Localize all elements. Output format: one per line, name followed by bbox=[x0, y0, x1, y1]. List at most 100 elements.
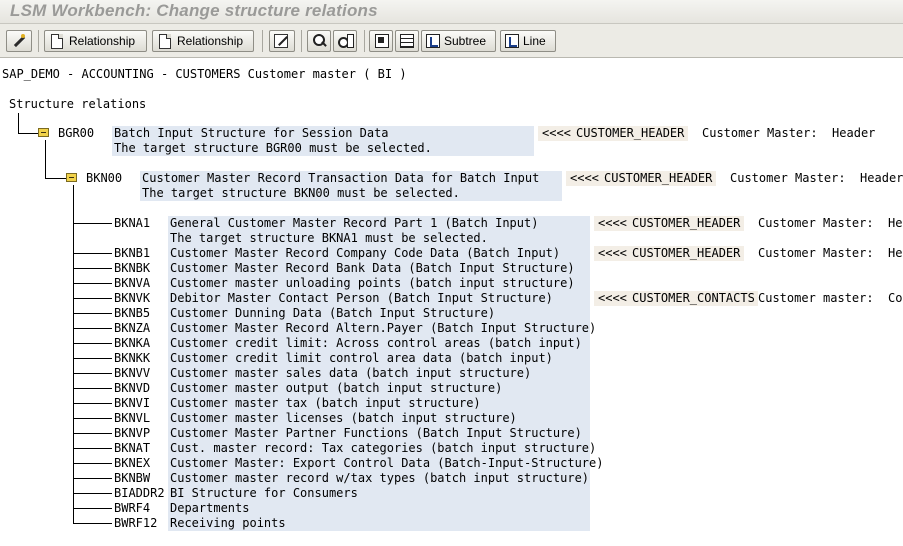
tree-row-name[interactable]: BKNBK bbox=[114, 261, 150, 276]
tree-row-name[interactable]: BIADDR2 bbox=[114, 486, 165, 501]
tree-row-desc[interactable]: Customer Dunning Data (Batch Input Struc… bbox=[170, 306, 495, 321]
tree-row-name[interactable]: BKNVI bbox=[114, 396, 150, 411]
tree-row-name[interactable]: BKNZA bbox=[114, 321, 150, 336]
node-bgr00-source-desc: Customer Master: Header bbox=[702, 126, 876, 140]
tree-row-name[interactable]: BKNAT bbox=[114, 441, 150, 456]
tree-row-desc[interactable]: Departments bbox=[170, 501, 249, 516]
tree-row-name[interactable]: BKNVK bbox=[114, 291, 150, 306]
tree-line bbox=[73, 253, 112, 254]
display-change-button[interactable] bbox=[6, 30, 32, 52]
find-next-button[interactable] bbox=[333, 30, 357, 52]
tree-row-desc[interactable]: Customer credit limit control area data … bbox=[170, 351, 553, 366]
node-bkn00-message: The target structure BKN00 must be selec… bbox=[142, 186, 460, 200]
tree-line bbox=[73, 403, 112, 404]
tree-row-message: The target structure BKNA1 must be selec… bbox=[170, 231, 488, 245]
node-bgr00-message: The target structure BGR00 must be selec… bbox=[114, 141, 432, 155]
tree-row-name[interactable]: BKNVD bbox=[114, 381, 150, 396]
tree-row-desc[interactable]: Customer master record w/tax types (batc… bbox=[170, 471, 589, 486]
tree-row-source[interactable]: CUSTOMER_HEADER bbox=[632, 246, 740, 261]
tree-row-source-desc: Customer Master: Hea bbox=[758, 216, 903, 230]
subtree-button[interactable]: Subtree bbox=[421, 30, 496, 52]
node-bkn00-source-desc: Customer Master: Header bbox=[730, 171, 903, 185]
folder-node-icon[interactable] bbox=[66, 173, 77, 182]
subtree-label: Subtree bbox=[444, 34, 487, 48]
tree-row-desc[interactable]: BI Structure for Consumers bbox=[170, 486, 358, 501]
toolbar-separator bbox=[262, 30, 263, 52]
select-button[interactable] bbox=[369, 30, 393, 52]
tree-line bbox=[73, 448, 112, 449]
node-bgr00-arrow: <<<< bbox=[542, 126, 571, 140]
application-toolbar: Relationship Relationship Subtree Line bbox=[0, 24, 903, 58]
tree-row-desc[interactable]: Customer Master Partner Functions (Batch… bbox=[170, 426, 582, 441]
line-button[interactable]: Line bbox=[500, 30, 556, 52]
line-label: Line bbox=[523, 34, 546, 48]
tree-line bbox=[73, 508, 112, 509]
toolbar-separator bbox=[38, 30, 39, 52]
tree-row-desc[interactable]: Customer master unloading points (batch … bbox=[170, 276, 575, 291]
tree-line bbox=[73, 433, 112, 434]
tree-line bbox=[73, 268, 112, 269]
edit-icon bbox=[274, 34, 288, 48]
tree-row-desc[interactable]: General Customer Master Record Part 1 (B… bbox=[170, 216, 538, 231]
tree-line bbox=[73, 283, 112, 284]
tree-row-source[interactable]: CUSTOMER_HEADER bbox=[632, 216, 740, 231]
tree-row-desc[interactable]: Customer master sales data (batch input … bbox=[170, 366, 531, 381]
find-button[interactable] bbox=[307, 30, 331, 52]
tree-line bbox=[73, 373, 112, 374]
window-title: LSM Workbench: Change structure relation… bbox=[10, 1, 378, 20]
tree-row-name[interactable]: BKNVP bbox=[114, 426, 150, 441]
tree-line bbox=[73, 298, 112, 299]
tree-row-desc[interactable]: Customer Master Record Company Code Data… bbox=[170, 246, 560, 261]
node-bgr00-name[interactable]: BGR00 bbox=[58, 126, 94, 141]
tree-line bbox=[73, 388, 112, 389]
tree-row-name[interactable]: BKNKK bbox=[114, 351, 150, 366]
tree-row-desc[interactable]: Cust. master record: Tax categories (bat… bbox=[170, 441, 596, 456]
tree-row-source[interactable]: CUSTOMER_CONTACTS bbox=[632, 291, 755, 306]
tree-row-name[interactable]: BKNA1 bbox=[114, 216, 150, 231]
tree-row-desc[interactable]: Customer credit limit: Across control ar… bbox=[170, 336, 582, 351]
tree-row-desc[interactable]: Customer master tax (batch input structu… bbox=[170, 396, 481, 411]
layout-icon bbox=[400, 34, 414, 48]
tree-line bbox=[73, 358, 112, 359]
tree-row-desc[interactable]: Customer Master Record Bank Data (Batch … bbox=[170, 261, 575, 276]
tree-line bbox=[73, 478, 112, 479]
tree-row-desc[interactable]: Receiving points bbox=[170, 516, 286, 531]
tree-row-name[interactable]: BKNB1 bbox=[114, 246, 150, 261]
tree-row-name[interactable]: BKNBW bbox=[114, 471, 150, 486]
create-relationship-button[interactable]: Relationship bbox=[44, 30, 147, 52]
layout-button[interactable] bbox=[395, 30, 419, 52]
tree-line bbox=[73, 418, 112, 419]
display-change-icon bbox=[11, 33, 27, 49]
tree-row-name[interactable]: BKNVL bbox=[114, 411, 150, 426]
tree-row-desc[interactable]: Customer Master Record Altern.Payer (Bat… bbox=[170, 321, 596, 336]
tree-line bbox=[18, 133, 38, 134]
node-bgr00-source[interactable]: CUSTOMER_HEADER bbox=[576, 126, 684, 141]
tree-row-name[interactable]: BKNEX bbox=[114, 456, 150, 471]
create-relationship-label: Relationship bbox=[69, 34, 136, 48]
tree-line bbox=[73, 493, 112, 494]
node-bkn00-name[interactable]: BKN00 bbox=[86, 171, 122, 186]
tree-row-name[interactable]: BWRF4 bbox=[114, 501, 150, 516]
tree-row-name[interactable]: BKNKA bbox=[114, 336, 150, 351]
edit-button[interactable] bbox=[269, 30, 295, 52]
tree-row-desc[interactable]: Debitor Master Contact Person (Batch Inp… bbox=[170, 291, 553, 306]
folder-node-icon[interactable] bbox=[38, 128, 49, 137]
tree-row-name[interactable]: BKNVA bbox=[114, 276, 150, 291]
tree-row-desc[interactable]: Customer master licenses (batch input st… bbox=[170, 411, 517, 426]
node-bkn00-desc: Customer Master Record Transaction Data … bbox=[142, 171, 540, 185]
tree-row-arrow: <<<< bbox=[598, 216, 627, 230]
tree-row-name[interactable]: BKNVV bbox=[114, 366, 150, 381]
tree-line bbox=[73, 185, 74, 524]
tree-line bbox=[18, 113, 19, 134]
title-bar: LSM Workbench: Change structure relation… bbox=[0, 0, 903, 24]
tree-row-desc[interactable]: Customer master output (batch input stru… bbox=[170, 381, 502, 396]
tree-line bbox=[73, 223, 112, 224]
tree-line bbox=[73, 313, 112, 314]
tree-line bbox=[73, 463, 112, 464]
tree-row-name[interactable]: BWRF12 bbox=[114, 516, 157, 531]
node-bkn00-source[interactable]: CUSTOMER_HEADER bbox=[604, 171, 712, 186]
subtree-icon bbox=[426, 34, 440, 48]
tree-row-name[interactable]: BKNB5 bbox=[114, 306, 150, 321]
delete-relationship-button[interactable]: Relationship bbox=[152, 30, 254, 52]
tree-row-desc[interactable]: Customer Master: Export Control Data (Ba… bbox=[170, 456, 603, 471]
